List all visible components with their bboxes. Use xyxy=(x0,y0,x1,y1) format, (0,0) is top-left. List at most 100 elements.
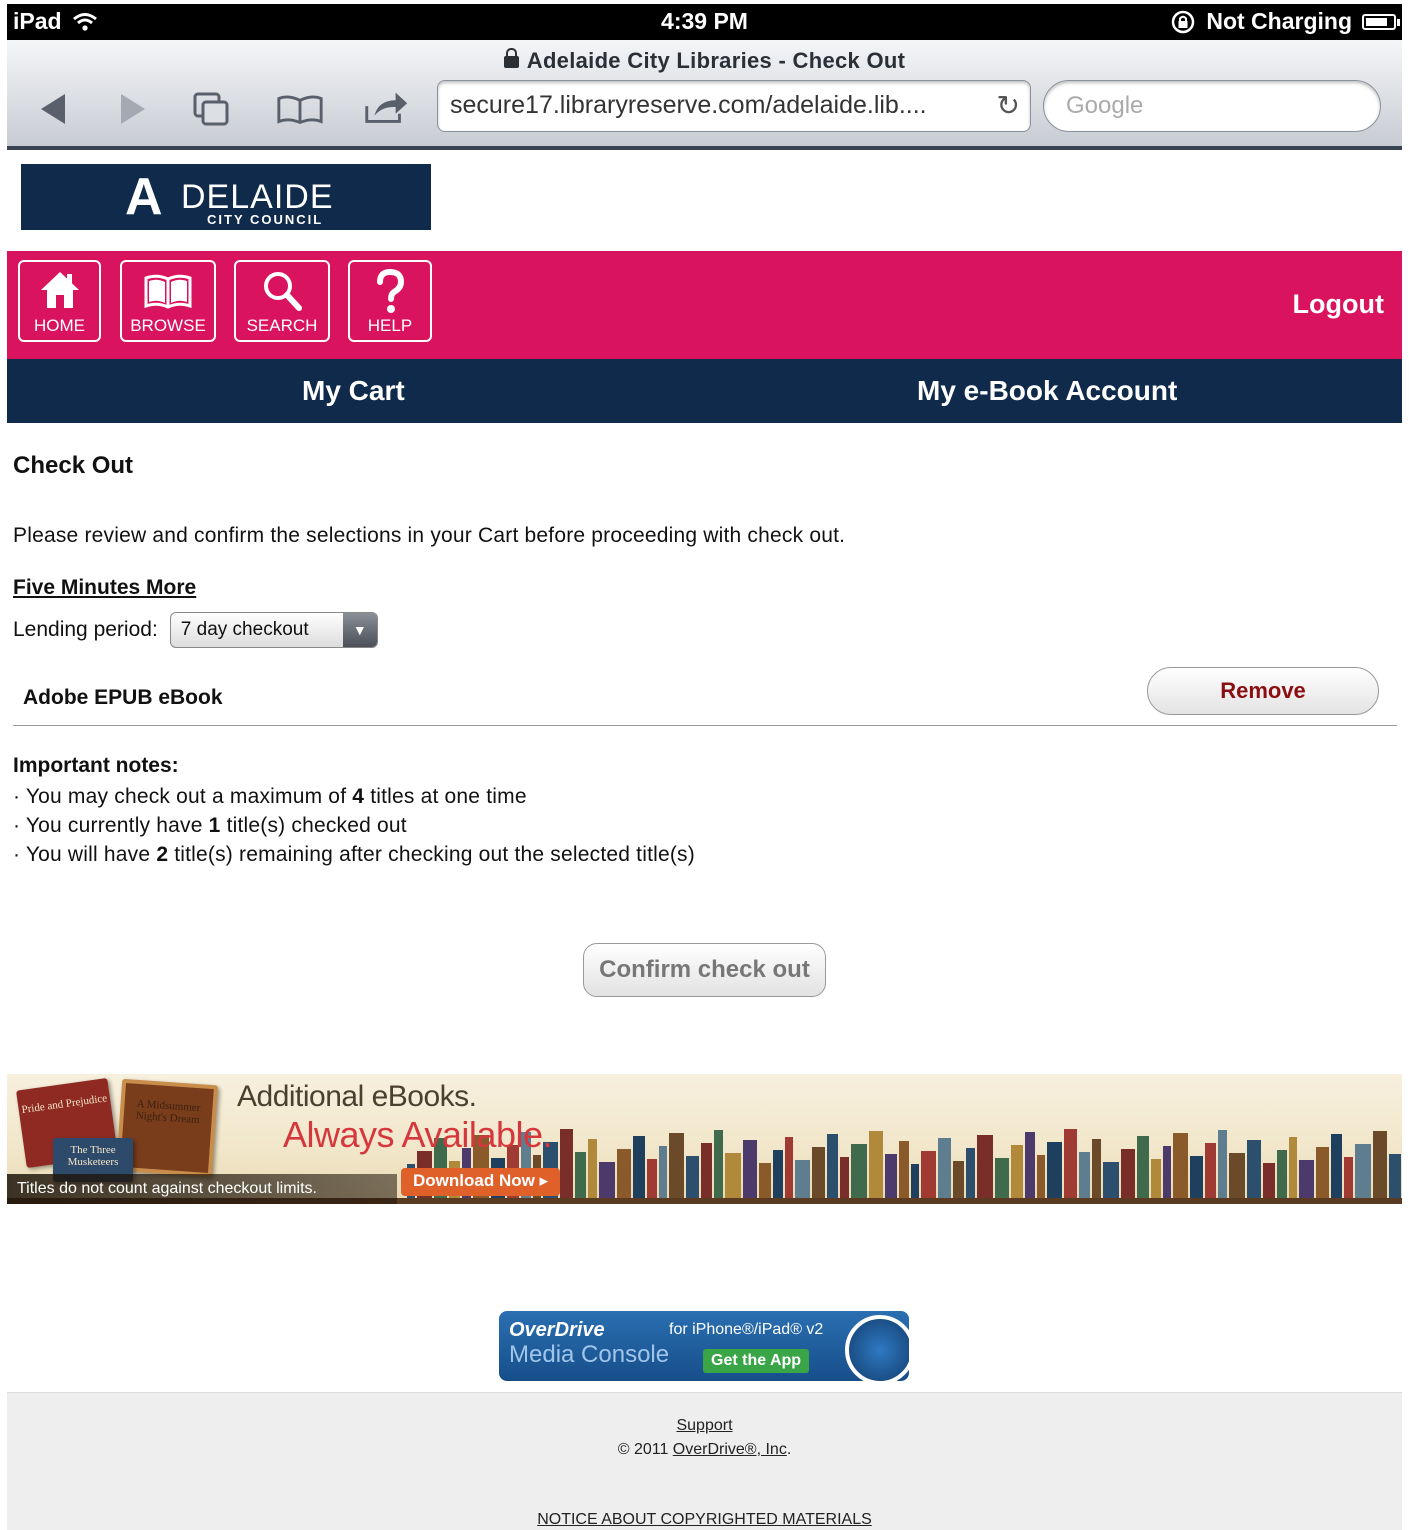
book-spine xyxy=(1277,1150,1287,1198)
forward-icon[interactable] xyxy=(107,92,157,126)
book-spine xyxy=(1247,1140,1261,1198)
browser-toolbar: Adelaide City Libraries - Check Out secu… xyxy=(7,40,1402,150)
book-spine xyxy=(1173,1133,1188,1198)
nav-help[interactable]: HELP xyxy=(348,260,432,342)
book-spine xyxy=(1079,1152,1090,1198)
book-spine xyxy=(827,1134,838,1198)
book-spine xyxy=(899,1141,909,1198)
search-input[interactable]: Google xyxy=(1043,80,1381,132)
book-spine xyxy=(588,1139,597,1198)
pages-icon[interactable] xyxy=(187,90,237,128)
confirm-checkout-button[interactable]: Confirm check out xyxy=(583,943,826,997)
banner-heading: Additional eBooks. xyxy=(237,1080,477,1113)
status-bar: iPad 4:39 PM Not Charging xyxy=(7,4,1402,40)
book-spine xyxy=(1064,1129,1077,1198)
book-title-link[interactable]: Five Minutes More xyxy=(13,576,196,600)
book-spine xyxy=(812,1147,825,1198)
book-spine xyxy=(1025,1132,1035,1198)
book-spine xyxy=(1163,1146,1171,1198)
book-spine xyxy=(1218,1130,1227,1198)
book-spine xyxy=(869,1131,883,1198)
download-now-button[interactable]: Download Now ▸ xyxy=(401,1168,561,1196)
book-spine xyxy=(701,1143,712,1198)
share-icon[interactable] xyxy=(361,88,411,128)
copyright-notice-link[interactable]: NOTICE ABOUT COPYRIGHTED MATERIALS xyxy=(537,1511,872,1528)
book-spine xyxy=(921,1151,936,1198)
nav-search-label: SEARCH xyxy=(246,316,318,335)
book-spine xyxy=(911,1164,919,1198)
footer: Support © 2011 OverDrive®, Inc. NOTICE A… xyxy=(7,1392,1402,1530)
book-spine xyxy=(617,1149,631,1198)
book-spine xyxy=(714,1130,723,1198)
adelaide-logo[interactable]: A DELAIDE CITY COUNCIL xyxy=(21,164,431,230)
nav-search[interactable]: SEARCH xyxy=(234,260,330,342)
book-spine xyxy=(659,1146,667,1198)
nav-home[interactable]: HOME xyxy=(18,260,101,342)
book-spine xyxy=(995,1158,1009,1198)
charging-status: Not Charging xyxy=(1206,8,1352,34)
book-spine xyxy=(1121,1149,1135,1198)
book-spine xyxy=(966,1148,975,1198)
help-icon xyxy=(377,268,405,313)
book-spine xyxy=(785,1137,793,1198)
book-spine xyxy=(669,1133,684,1198)
book-spine xyxy=(647,1159,657,1198)
search-icon xyxy=(264,272,302,311)
chevron-down-icon: ▼ xyxy=(342,613,377,647)
divider xyxy=(13,725,1397,726)
note-item: · You may check out a maximum of 4 title… xyxy=(13,785,527,808)
banner-subheading: Always Available. xyxy=(283,1114,553,1155)
book-spine xyxy=(1229,1153,1245,1198)
nav-browse[interactable]: BROWSE xyxy=(120,260,216,342)
overdrive-link[interactable]: OverDrive®, Inc xyxy=(673,1441,787,1458)
book-spine xyxy=(1205,1143,1216,1198)
book-spine xyxy=(686,1156,699,1198)
tab-my-cart[interactable]: My Cart xyxy=(302,375,405,407)
note-item: · You will have 2 title(s) remaining aft… xyxy=(13,843,695,866)
copyright: © 2011 OverDrive®, Inc. xyxy=(617,1441,792,1458)
book-spine xyxy=(1331,1134,1342,1198)
remove-button[interactable]: Remove xyxy=(1147,667,1379,715)
page-title: Check Out xyxy=(13,452,134,479)
lending-period-row: Lending period: 7 day checkout ▼ xyxy=(13,612,378,648)
book-icon xyxy=(144,274,192,309)
book-spine xyxy=(759,1163,771,1198)
book-spine xyxy=(1289,1137,1297,1198)
book-spine xyxy=(1047,1142,1062,1198)
book-spine xyxy=(795,1160,810,1198)
reload-icon[interactable]: ↻ xyxy=(997,89,1020,122)
overdrive-platform: for iPhone®/iPad® v2 xyxy=(669,1321,824,1338)
support-link[interactable]: Support xyxy=(676,1417,732,1434)
book-spine xyxy=(840,1157,849,1198)
url-bar[interactable]: secure17.libraryreserve.com/adelaide.lib… xyxy=(437,80,1031,132)
battery-icon xyxy=(1362,13,1400,30)
book-spine xyxy=(743,1140,757,1198)
nav-home-label: HOME xyxy=(34,316,85,335)
url-text: secure17.libraryreserve.com/adelaide.lib… xyxy=(450,91,927,119)
lending-period-select[interactable]: 7 day checkout ▼ xyxy=(169,612,378,648)
bookmarks-icon[interactable] xyxy=(275,92,325,126)
main-nav: HOME BROWSE SEARCH HELP Logout xyxy=(7,251,1402,359)
book-spine xyxy=(1263,1163,1275,1198)
notes-list: · You may check out a maximum of 4 title… xyxy=(13,782,695,869)
rotation-lock-icon xyxy=(1172,10,1195,33)
additional-ebooks-banner[interactable]: Pride and Prejudice A Midsummer Night's … xyxy=(7,1074,1402,1204)
book-spine xyxy=(1344,1157,1353,1198)
ebook-format: Adobe EPUB eBook xyxy=(23,686,223,709)
book-spine xyxy=(1190,1156,1203,1198)
note-item: · You currently have 1 title(s) checked … xyxy=(13,814,407,837)
tab-ebook-account[interactable]: My e-Book Account xyxy=(917,375,1177,407)
nav-browse-label: BROWSE xyxy=(130,316,206,335)
get-the-app-button[interactable]: Get the App xyxy=(703,1349,810,1373)
book-spine xyxy=(953,1161,964,1198)
logout-link[interactable]: Logout xyxy=(1293,289,1384,320)
browser-page-title: Adelaide City Libraries - Check Out xyxy=(526,48,906,73)
book-spine xyxy=(938,1138,951,1198)
book-spine xyxy=(1316,1147,1329,1198)
book-spine xyxy=(773,1150,783,1198)
overdrive-title: OverDrive xyxy=(509,1319,605,1341)
back-icon[interactable] xyxy=(29,92,79,126)
book-spine xyxy=(977,1135,993,1198)
overdrive-app-badge[interactable]: OverDrive Media Console for iPhone®/iPad… xyxy=(499,1311,909,1381)
checkout-intro: Please review and confirm the selections… xyxy=(13,524,846,547)
